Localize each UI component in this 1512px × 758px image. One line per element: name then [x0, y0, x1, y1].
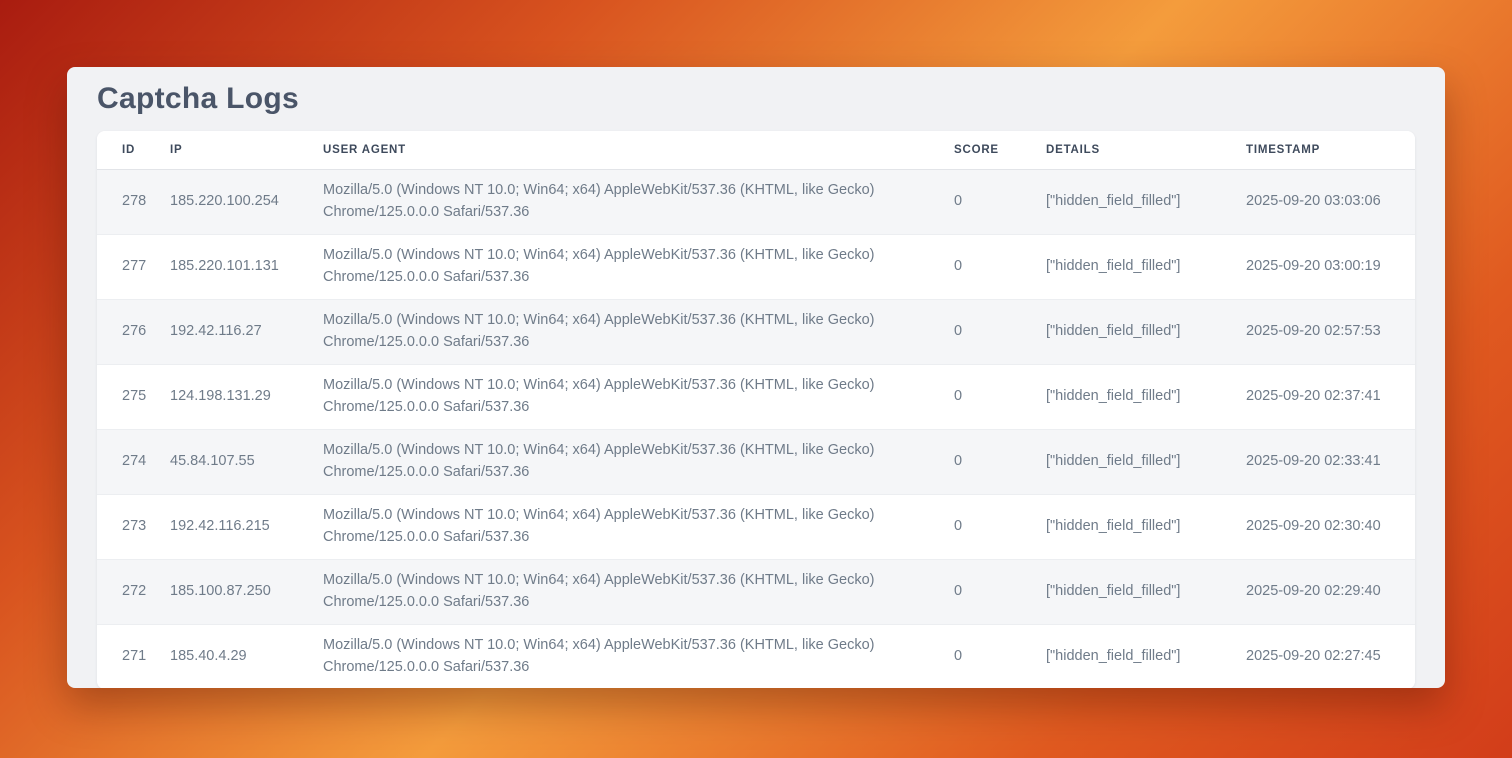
cell-details: ["hidden_field_filled"] — [1046, 429, 1246, 494]
cell-timestamp: 2025-09-20 03:03:06 — [1246, 169, 1415, 234]
table-row: 272185.100.87.250Mozilla/5.0 (Windows NT… — [97, 559, 1415, 624]
cell-user_agent: Mozilla/5.0 (Windows NT 10.0; Win64; x64… — [323, 559, 954, 624]
cell-id: 271 — [97, 624, 170, 688]
cell-ip: 185.220.101.131 — [170, 234, 323, 299]
cell-score: 0 — [954, 559, 1046, 624]
cell-id: 278 — [97, 169, 170, 234]
column-header-id: ID — [97, 131, 170, 169]
cell-score: 0 — [954, 234, 1046, 299]
cell-timestamp: 2025-09-20 02:37:41 — [1246, 364, 1415, 429]
cell-user_agent: Mozilla/5.0 (Windows NT 10.0; Win64; x64… — [323, 169, 954, 234]
table-row: 273192.42.116.215Mozilla/5.0 (Windows NT… — [97, 494, 1415, 559]
cell-ip: 124.198.131.29 — [170, 364, 323, 429]
cell-user_agent: Mozilla/5.0 (Windows NT 10.0; Win64; x64… — [323, 299, 954, 364]
cell-timestamp: 2025-09-20 02:33:41 — [1246, 429, 1415, 494]
cell-details: ["hidden_field_filled"] — [1046, 559, 1246, 624]
table-row: 275124.198.131.29Mozilla/5.0 (Windows NT… — [97, 364, 1415, 429]
cell-details: ["hidden_field_filled"] — [1046, 299, 1246, 364]
cell-score: 0 — [954, 429, 1046, 494]
captcha-logs-table: IDIPUSER AGENTSCOREDETAILSTIMESTAMP 2781… — [97, 131, 1415, 688]
table-body: 278185.220.100.254Mozilla/5.0 (Windows N… — [97, 169, 1415, 688]
column-header-score: SCORE — [954, 131, 1046, 169]
cell-ip: 185.40.4.29 — [170, 624, 323, 688]
cell-score: 0 — [954, 299, 1046, 364]
table-header-row: IDIPUSER AGENTSCOREDETAILSTIMESTAMP — [97, 131, 1415, 169]
table-row: 278185.220.100.254Mozilla/5.0 (Windows N… — [97, 169, 1415, 234]
cell-details: ["hidden_field_filled"] — [1046, 234, 1246, 299]
cell-ip: 192.42.116.215 — [170, 494, 323, 559]
cell-id: 276 — [97, 299, 170, 364]
cell-timestamp: 2025-09-20 02:27:45 — [1246, 624, 1415, 688]
cell-id: 277 — [97, 234, 170, 299]
column-header-details: DETAILS — [1046, 131, 1246, 169]
cell-timestamp: 2025-09-20 02:57:53 — [1246, 299, 1415, 364]
cell-timestamp: 2025-09-20 02:29:40 — [1246, 559, 1415, 624]
column-header-timestamp: TIMESTAMP — [1246, 131, 1415, 169]
cell-score: 0 — [954, 169, 1046, 234]
table-row: 276192.42.116.27Mozilla/5.0 (Windows NT … — [97, 299, 1415, 364]
cell-user_agent: Mozilla/5.0 (Windows NT 10.0; Win64; x64… — [323, 364, 954, 429]
cell-details: ["hidden_field_filled"] — [1046, 364, 1246, 429]
cell-user_agent: Mozilla/5.0 (Windows NT 10.0; Win64; x64… — [323, 494, 954, 559]
cell-timestamp: 2025-09-20 02:30:40 — [1246, 494, 1415, 559]
cell-id: 274 — [97, 429, 170, 494]
column-header-ip: IP — [170, 131, 323, 169]
cell-score: 0 — [954, 364, 1046, 429]
cell-score: 0 — [954, 624, 1046, 688]
cell-score: 0 — [954, 494, 1046, 559]
cell-ip: 185.100.87.250 — [170, 559, 323, 624]
captcha-logs-card: Captcha Logs IDIPUSER AGENTSCOREDETAILST… — [67, 67, 1445, 688]
cell-ip: 192.42.116.27 — [170, 299, 323, 364]
column-header-user_agent: USER AGENT — [323, 131, 954, 169]
cell-timestamp: 2025-09-20 03:00:19 — [1246, 234, 1415, 299]
cell-user_agent: Mozilla/5.0 (Windows NT 10.0; Win64; x64… — [323, 429, 954, 494]
cell-user_agent: Mozilla/5.0 (Windows NT 10.0; Win64; x64… — [323, 624, 954, 688]
cell-id: 275 — [97, 364, 170, 429]
cell-ip: 45.84.107.55 — [170, 429, 323, 494]
table-row: 277185.220.101.131Mozilla/5.0 (Windows N… — [97, 234, 1415, 299]
table-row: 27445.84.107.55Mozilla/5.0 (Windows NT 1… — [97, 429, 1415, 494]
page-title: Captcha Logs — [97, 67, 1415, 131]
cell-id: 272 — [97, 559, 170, 624]
cell-ip: 185.220.100.254 — [170, 169, 323, 234]
cell-id: 273 — [97, 494, 170, 559]
table-container: IDIPUSER AGENTSCOREDETAILSTIMESTAMP 2781… — [97, 131, 1415, 688]
cell-details: ["hidden_field_filled"] — [1046, 169, 1246, 234]
cell-user_agent: Mozilla/5.0 (Windows NT 10.0; Win64; x64… — [323, 234, 954, 299]
table-row: 271185.40.4.29Mozilla/5.0 (Windows NT 10… — [97, 624, 1415, 688]
table-head: IDIPUSER AGENTSCOREDETAILSTIMESTAMP — [97, 131, 1415, 169]
cell-details: ["hidden_field_filled"] — [1046, 624, 1246, 688]
cell-details: ["hidden_field_filled"] — [1046, 494, 1246, 559]
